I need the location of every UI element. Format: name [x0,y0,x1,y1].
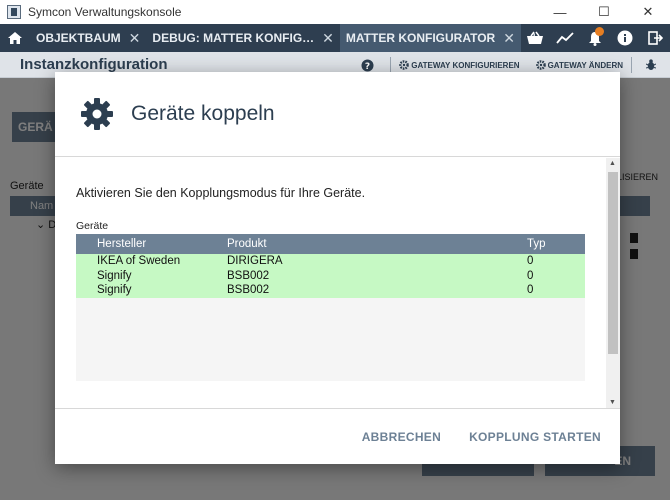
gear-icon [81,98,113,130]
tab-bar: OBJEKTBAUM ✕ DEBUG: MATTER KONFIG… ✕ MAT… [0,24,670,52]
start-pairing-button[interactable]: KOPPLUNG STARTEN [469,430,601,444]
gateway-configure-button[interactable]: GATEWAY KONFIGURIEREN [391,60,527,70]
scrollbar-thumb[interactable] [608,172,618,354]
device-row[interactable]: Signify BSB002 0 [76,283,585,298]
svg-text:?: ? [365,62,370,72]
logout-icon[interactable] [640,24,670,52]
gear-icon [399,60,410,70]
window-controls: — ☐ ✕ [538,0,670,24]
tab-objektbaum[interactable]: OBJEKTBAUM ✕ [30,24,146,52]
tab-label: DEBUG: MATTER KONFIG… [152,31,315,45]
tab-close-icon[interactable]: ✕ [503,30,515,47]
help-button[interactable]: ? [353,59,390,72]
cancel-button[interactable]: ABBRECHEN [362,430,441,444]
tab-label: OBJEKTBAUM [36,31,121,45]
debug-button[interactable] [632,59,670,71]
gateway-configure-label: GATEWAY KONFIGURIEREN [411,60,520,70]
device-type: 0 [527,255,534,268]
dialog-footer: ABBRECHEN KOPPLUNG STARTEN [55,408,620,464]
minimize-button[interactable]: — [538,0,582,24]
column-type[interactable]: Typ [527,238,585,250]
dialog-body: Aktivieren Sie den Kopplungsmodus für Ih… [55,158,620,408]
device-type: 0 [527,269,534,282]
bug-icon [646,59,656,70]
gear-icon [535,60,546,70]
tab-close-icon[interactable]: ✕ [129,30,141,47]
page-title: Instanzkonfiguration [20,56,168,73]
device-product: BSB002 [227,284,270,297]
gateway-change-label: GATEWAY ÄNDERN [547,60,623,70]
scroll-up-icon[interactable]: ▲ [609,160,616,167]
device-manufacturer: IKEA of Sweden [97,255,181,268]
dialog-title: Geräte koppeln [131,102,275,125]
dialog-scrollbar[interactable]: ▲ ▼ [606,158,620,408]
pair-devices-dialog: Geräte koppeln Aktivieren Sie den Kopplu… [55,72,620,464]
notification-bell-icon[interactable] [580,24,610,52]
close-window-button[interactable]: ✕ [626,0,670,24]
device-row[interactable]: IKEA of Sweden DIRIGERA 0 [76,254,585,269]
device-list-header: Hersteller Produkt Typ [76,234,585,254]
window-titlebar: Symcon Verwaltungskonsole — ☐ ✕ [0,0,670,24]
device-list-label: Geräte [76,220,109,232]
window-title: Symcon Verwaltungskonsole [28,5,182,19]
device-manufacturer: Signify [97,269,132,282]
store-basket-icon[interactable] [520,24,550,52]
gateway-change-button[interactable]: GATEWAY ÄNDERN [528,60,631,70]
device-type: 0 [527,284,534,297]
column-product[interactable]: Produkt [227,238,527,250]
tab-matter-konfigurator[interactable]: MATTER KONFIGURATOR ✕ [339,24,521,52]
app-icon [7,5,21,19]
chart-icon[interactable] [550,24,580,52]
column-manufacturer[interactable]: Hersteller [76,238,227,250]
device-product: DIRIGERA [227,255,283,268]
notification-badge [595,27,604,36]
tab-label: MATTER KONFIGURATOR [345,31,496,45]
help-icon: ? [361,59,374,72]
maximize-button[interactable]: ☐ [582,0,626,24]
info-icon[interactable] [610,24,640,52]
device-row[interactable]: Signify BSB002 0 [76,268,585,283]
header-actions [520,24,670,52]
device-manufacturer: Signify [97,284,132,297]
scroll-down-icon[interactable]: ▼ [609,399,616,406]
dialog-header: Geräte koppeln [55,72,620,157]
tab-debug-matter[interactable]: DEBUG: MATTER KONFIG… ✕ [146,24,340,52]
dialog-intro-text: Aktivieren Sie den Kopplungsmodus für Ih… [76,186,366,200]
device-list: Hersteller Produkt Typ IKEA of Sweden DI… [76,234,585,381]
device-product: BSB002 [227,269,270,282]
home-icon[interactable] [0,24,30,52]
tab-close-icon[interactable]: ✕ [322,30,334,47]
